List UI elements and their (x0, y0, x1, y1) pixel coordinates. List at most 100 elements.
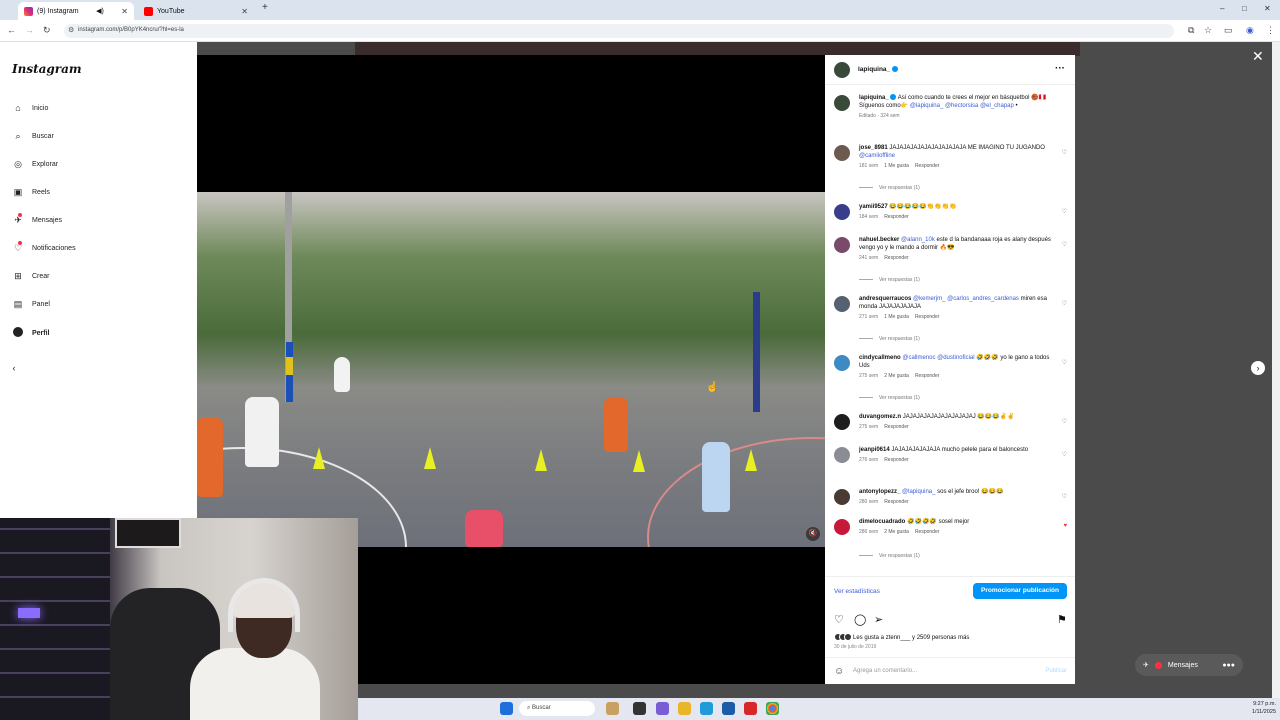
comment-like-heart-icon[interactable]: ♡ (1062, 359, 1067, 366)
share-send-icon[interactable]: ➢ (874, 613, 883, 626)
app-icon[interactable] (744, 702, 757, 715)
comment-like-heart-icon[interactable]: ♡ (1062, 241, 1067, 248)
sidebar-item-create[interactable]: ⊞ Crear (12, 271, 49, 282)
add-comment-input[interactable]: Agrega un comentario... (853, 668, 917, 674)
save-bookmark-icon[interactable]: ⚑ (1057, 613, 1067, 626)
author-username[interactable]: lapiquina_ (858, 66, 890, 73)
task-view-icon[interactable] (633, 702, 646, 715)
comment-like-heart-icon[interactable]: ♡ (1062, 149, 1067, 156)
comments-list[interactable]: lapiquina_ Así como cuando te crees el m… (825, 85, 1075, 576)
tab-instagram[interactable]: (9) Instagram ◀) ✕ (18, 2, 134, 20)
comment-username[interactable]: cindycallmeno (859, 355, 901, 361)
comment-like-heart-icon[interactable]: ♡ (1062, 451, 1067, 458)
new-tab-button[interactable]: + (262, 2, 268, 13)
reply-button[interactable]: Responder (884, 456, 908, 464)
likes-summary[interactable]: Les gusta a ztenn___ y 2509 personas más (834, 633, 969, 643)
comment-username[interactable]: jeanpi0614 (859, 447, 890, 453)
comment-likes[interactable]: 1 Me gusta (884, 313, 909, 321)
widget-icon[interactable] (606, 702, 619, 715)
maximize-button[interactable]: □ (1242, 4, 1247, 13)
profile-icon[interactable]: ◉ (1246, 25, 1254, 36)
reply-button[interactable]: Responder (884, 213, 908, 221)
site-info-icon[interactable]: ⚙ (68, 26, 74, 34)
comment-like-heart-icon[interactable]: ♡ (1062, 208, 1067, 215)
forward-arrow-icon[interactable]: → (25, 25, 34, 35)
comment-likes[interactable]: 2 Me gusta (884, 528, 909, 536)
sidebar-item-profile[interactable]: Perfil (12, 327, 50, 339)
menu-dots-icon[interactable]: ⋮ (1266, 25, 1275, 36)
previous-post-arrow-icon[interactable]: ‹ (7, 361, 21, 375)
mute-icon[interactable]: 🔇 (806, 527, 820, 541)
close-modal-icon[interactable]: ✕ (1252, 48, 1264, 65)
tab-close-icon[interactable]: ✕ (241, 7, 248, 16)
next-post-arrow-icon[interactable]: › (1251, 361, 1265, 375)
view-insights-link[interactable]: Ver estadísticas (834, 588, 880, 595)
comment-avatar[interactable] (834, 414, 850, 430)
reply-button[interactable]: Responder (915, 372, 939, 380)
minimize-button[interactable]: – (1220, 4, 1224, 13)
comment-like-heart-icon[interactable]: ♡ (1062, 493, 1067, 500)
extensions-icon[interactable]: ▭ (1224, 25, 1233, 36)
comment-likes[interactable]: 1 Me gusta (884, 162, 909, 170)
copilot-icon[interactable] (656, 702, 669, 715)
reply-button[interactable]: Responder (884, 254, 908, 262)
tab-close-icon[interactable]: ✕ (121, 7, 128, 16)
caption-username[interactable]: lapiquina_ (859, 95, 889, 101)
reply-button[interactable]: Responder (915, 528, 939, 536)
comment-username[interactable]: jose_8981 (859, 145, 888, 151)
comment-avatar[interactable] (834, 519, 850, 535)
comment-avatar[interactable] (834, 237, 850, 253)
tab-youtube[interactable]: YouTube ✕ (138, 2, 254, 20)
more-options-icon[interactable]: ··· (1055, 63, 1065, 74)
publish-comment-button[interactable]: Publicar (1045, 668, 1067, 674)
emoji-icon[interactable]: ☺ (834, 666, 844, 677)
windows-start-icon[interactable] (500, 702, 513, 715)
store-icon[interactable] (722, 702, 735, 715)
view-replies-button[interactable]: Ver respuestas (1) (859, 277, 920, 283)
comment-username[interactable]: andresquerraucos (859, 296, 911, 302)
sidebar-item-notifications[interactable]: ♡ Notificaciones (12, 241, 76, 254)
reply-button[interactable]: Responder (884, 423, 908, 431)
comment-avatar[interactable] (834, 145, 850, 161)
view-replies-button[interactable]: Ver respuestas (1) (859, 553, 920, 559)
taskbar-search[interactable]: ⌕ Buscar (519, 701, 595, 716)
back-arrow-icon[interactable]: ← (7, 25, 16, 35)
comment-avatar[interactable] (834, 296, 850, 312)
instagram-logo[interactable]: Instagram (12, 62, 82, 76)
comment-username[interactable]: antonylopezz_ (859, 489, 900, 495)
comment-mention[interactable]: @kemerjm_ @carlos_andres_cardenas (913, 296, 1019, 302)
url-bar[interactable]: ⚙ instagram.com/p/B0pYK4ncru/?hl=es-la (64, 24, 1174, 38)
messages-pill[interactable]: ✈ Mensajes ●●● (1135, 654, 1243, 676)
comment-mention[interactable]: @lapiquina_ (902, 489, 935, 495)
sidebar-item-reels[interactable]: ▣ Reels (12, 187, 50, 198)
sidebar-item-messages[interactable]: ✈ Mensajes (12, 213, 62, 226)
page-scrollbar[interactable] (1272, 42, 1280, 698)
sidebar-item-dashboard[interactable]: ▤ Panel (12, 299, 50, 310)
comment-like-heart-icon[interactable]: ♡ (1062, 300, 1067, 307)
comment-like-heart-icon[interactable]: ♡ (1062, 418, 1067, 425)
comment-mention[interactable]: @callmenoc @dustinoficial (902, 355, 974, 361)
comment-username[interactable]: nahuel.becker (859, 237, 899, 243)
sidebar-item-search[interactable]: ⌕ Buscar (12, 131, 53, 142)
reload-icon[interactable]: ↻ (43, 25, 51, 36)
author-avatar[interactable] (834, 95, 850, 111)
comment-username[interactable]: dimelocuadrado (859, 519, 905, 525)
edge-icon[interactable] (700, 702, 713, 715)
view-replies-button[interactable]: Ver respuestas (1) (859, 336, 920, 342)
like-heart-icon[interactable]: ♡ (834, 613, 844, 626)
comment-mention[interactable]: @camiloffline (859, 153, 895, 159)
comment-avatar[interactable] (834, 204, 850, 220)
caption-mentions[interactable]: @lapiquina_ @hectorsisa @el_chapap (910, 103, 1014, 109)
comment-bubble-icon[interactable]: ◯ (854, 613, 866, 626)
reply-button[interactable]: Responder (884, 498, 908, 506)
sidebar-item-home[interactable]: ⌂ Inicio (12, 103, 48, 113)
comment-liked-heart-icon[interactable]: ♥ (1063, 523, 1067, 529)
comment-username[interactable]: duvangomez.n (859, 414, 901, 420)
reply-button[interactable]: Responder (915, 313, 939, 321)
comment-avatar[interactable] (834, 447, 850, 463)
comment-username[interactable]: yamii9527 (859, 204, 888, 210)
taskbar-clock[interactable]: 9:27 p.m. 1/11/2025 (1252, 700, 1276, 716)
speaker-icon[interactable]: ◀) (96, 7, 104, 15)
promote-post-button[interactable]: Promocionar publicación (972, 583, 1067, 599)
comment-likes[interactable]: 2 Me gusta (884, 372, 909, 380)
